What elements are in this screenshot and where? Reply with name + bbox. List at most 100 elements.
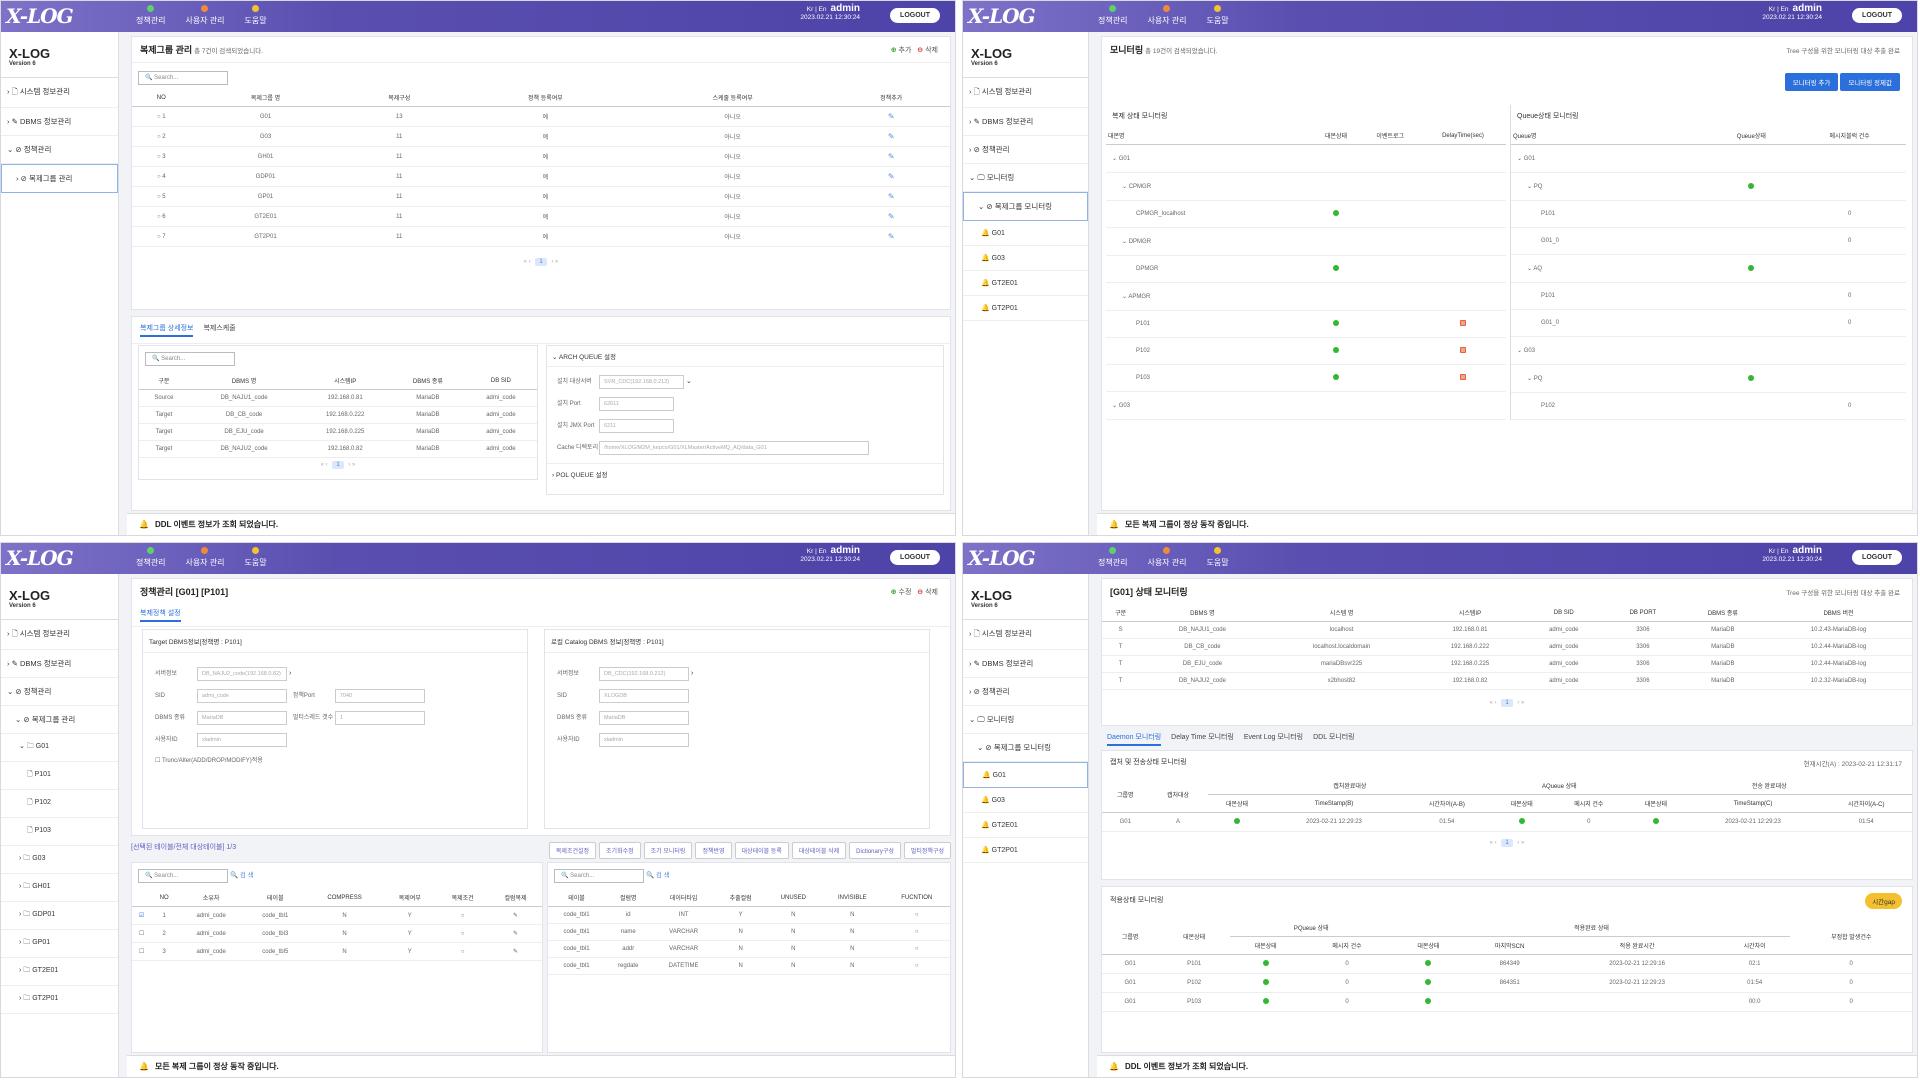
tree-node[interactable]: ⌄ PQ [1511,364,1906,393]
logout-button[interactable]: LOGOUT [1852,8,1902,23]
cache-dir-input[interactable]: /home/XLOG/M2M_kepco/G01/XLMaster/Active… [599,441,869,455]
tree-node[interactable]: DPMGR [1106,255,1506,283]
edit-icon[interactable]: ✎ [888,112,895,121]
table-row[interactable]: Source DB_NAJU1_code 192.168.0.81 MariaDB ad… [139,389,537,407]
lang-switch[interactable]: Kr | En [1769,6,1789,13]
logo[interactable]: X-LOG [6,4,74,28]
edit-icon[interactable]: ✎ [888,132,895,141]
jmx-port-input[interactable]: 6211 [599,419,674,433]
tab-delay[interactable]: Delay Time 모니터링 [1171,732,1234,746]
tree-node[interactable]: P101 [1106,310,1506,338]
target-sid-input[interactable]: admi_code [197,689,287,703]
tree-node[interactable]: ⌄ G01 [1511,144,1906,173]
tree-node[interactable]: ⌄ APMGR [1106,282,1506,311]
target-dbms-kind-input[interactable]: MariaDB [197,711,287,725]
lang-switch[interactable]: Kr | En [807,6,827,13]
target-server-input[interactable]: DB_NAJU2_code(192.168.0.82) [197,667,287,681]
sidebar-item-gt2p01[interactable]: 🔔 GT2P01 [963,838,1088,863]
edit-icon[interactable]: ✎ [888,152,895,161]
logout-button[interactable]: LOGOUT [1852,550,1902,565]
delete-table-button[interactable]: 대상테이블 삭제 [791,842,847,859]
sidebar-item-dbms[interactable]: › ✎ DBMS 정보관리 [963,108,1088,136]
tree-node[interactable]: P101 0 [1511,200,1906,228]
detail-pagination[interactable]: « ‹ 1 › » [139,458,537,472]
table-row[interactable]: Target DB_NAJU2_code 192.168.0.82 MariaDB ad… [139,440,537,458]
capture-pagination[interactable]: « ‹ 1 › » [1102,836,1912,850]
sidebar-item-p103[interactable]: 🗋 P103 [1,818,118,846]
sidebar-item-gt2p01[interactable]: › 🗀 GT2P01 [1,986,118,1014]
column-search-input[interactable]: 🔍 Search... [554,869,644,883]
column-search-button[interactable]: 🔍 검 색 [646,872,670,879]
menu-user[interactable]: 사용자 관리 [1147,545,1186,568]
sidebar-item-system[interactable]: › 🗋 시스템 정보관리 [1,620,118,650]
menu-policy[interactable]: 정책관리 [1098,3,1127,26]
table-row[interactable]: ☐ 3 admi_code code_tbl5 N Y ○ ✎ [132,942,542,961]
tab-ddl[interactable]: DDL 모니터링 [1313,732,1354,746]
sidebar-item-group-monitoring[interactable]: ⌄ ⊘ 복제그룹 모니터링 [963,192,1088,221]
sidebar-item-system[interactable]: › 🗋 시스템 정보관리 [963,78,1088,108]
edit-button[interactable]: ⊕ 수정 [891,589,912,596]
row-checkbox[interactable]: ☐ [139,949,144,955]
tree-node[interactable]: P102 [1106,337,1506,365]
sidebar-item-g01[interactable]: 🔔 G01 [963,762,1088,788]
table-row[interactable]: G01 A 2023-02-21 12:29:23 01:54 0 2023-02-21 … [1102,812,1912,832]
table-row[interactable]: G01 P101 0 864349 2023-02-21 12:29:16 02:1 0 [1102,954,1912,974]
add-button[interactable]: ⊕ 추가 [891,47,912,54]
register-table-button[interactable]: 대상테이블 등록 [734,842,789,859]
edit-icon[interactable]: ✎ [489,906,542,925]
sidebar-item-monitoring[interactable]: ⌄ 🖵 모니터링 [963,706,1088,734]
table-row[interactable]: Target DB_CB_code 192.168.0.222 MariaDB admi… [139,406,537,424]
table-row[interactable]: code_tbl1 regdate DATETIME N N N ○ [548,957,950,975]
tree-node[interactable]: CPMGR_localhost [1106,200,1506,228]
edit-icon[interactable]: ✎ [888,192,895,201]
menu-policy[interactable]: 정책관리 [1098,545,1127,568]
event-log-icon[interactable] [1459,374,1466,380]
menu-help[interactable]: 도움말 [244,545,267,568]
policy-port-input[interactable]: 7040 [334,689,425,703]
row-checkbox[interactable]: ☑ [139,913,144,919]
local-user-input[interactable]: xladmin [599,733,689,747]
search-button[interactable]: 🔍 검 색 [230,872,254,879]
table-search-input[interactable]: 🔍 Search... [138,869,228,883]
target-user-input[interactable]: xladmin [197,733,287,747]
table-row[interactable]: G01 P103 0 00:0 0 [1102,992,1912,1012]
tree-node[interactable]: ⌄ G03 [1106,391,1506,420]
menu-help[interactable]: 도움말 [1206,3,1229,26]
init-edit-button[interactable]: 조기화수정 [599,842,641,859]
tab-policy-setting[interactable]: 복제정책 설정 [140,608,181,622]
pagination[interactable]: « ‹ 1 › » [1102,696,1912,710]
table-row[interactable]: ○ 6 GT2E01 11 예 아니오 ✎ [132,206,950,227]
sidebar-item-policy[interactable]: ⌄ ⊘ 정책관리 [1,678,118,706]
tab-schedule[interactable]: 복제스케줄 [203,323,235,337]
init-monitor-button[interactable]: 조기 모니터링 [643,842,693,859]
lang-switch[interactable]: Kr | En [1769,548,1789,555]
lang-switch[interactable]: Kr | En [807,548,827,555]
table-row[interactable]: ○ 1 G01 13 예 아니오 ✎ [132,106,950,127]
logo[interactable]: X-LOG [6,546,74,570]
event-log-icon[interactable] [1459,347,1466,353]
dictionary-button[interactable]: Dictionary구성 [849,842,901,859]
menu-help[interactable]: 도움말 [244,3,267,26]
tree-node[interactable]: P102 0 [1511,392,1906,420]
sidebar-item-gt2e01[interactable]: 🔔 GT2E01 [963,813,1088,838]
logo[interactable]: X-LOG [968,546,1036,570]
tree-node[interactable]: ⌄ CPMGR [1106,172,1506,201]
local-dbms-kind-input[interactable]: MariaDB [599,711,689,725]
row-checkbox[interactable]: ☐ [139,931,144,937]
sidebar-item-g03[interactable]: 🔔 G03 [963,788,1088,813]
trunc-alter-checkbox[interactable]: ☐ [155,758,160,764]
sidebar-item-g01[interactable]: ⌄ 🗀 G01 [1,734,118,762]
sidebar-item-dbms[interactable]: › ✎ DBMS 정보관리 [1,108,118,136]
event-log-icon[interactable] [1459,320,1466,326]
table-row[interactable]: T DB_EJU_code mariaDBsvr225 192.168.0.225 ad… [1102,655,1912,673]
edit-icon[interactable]: ✎ [888,172,895,181]
sidebar-item-gt2e01[interactable]: › 🗀 GT2E01 [1,958,118,986]
add-monitoring-button[interactable]: 모니터링 추가 [1784,73,1839,91]
table-row[interactable]: ☑ 1 admi_code code_tbl1 N Y ○ ✎ [132,906,542,925]
install-port-input[interactable]: 62611 [599,397,674,411]
sidebar-item-policy[interactable]: › ⊘ 정책관리 [963,678,1088,706]
pagination[interactable]: « ‹ 1 › » [132,255,950,269]
tab-detail[interactable]: 복제그룹 상세정보 [140,323,194,337]
tree-node[interactable]: ⌄ PQ [1511,172,1906,201]
sidebar-item-dbms[interactable]: › ✎ DBMS 정보관리 [1,650,118,678]
